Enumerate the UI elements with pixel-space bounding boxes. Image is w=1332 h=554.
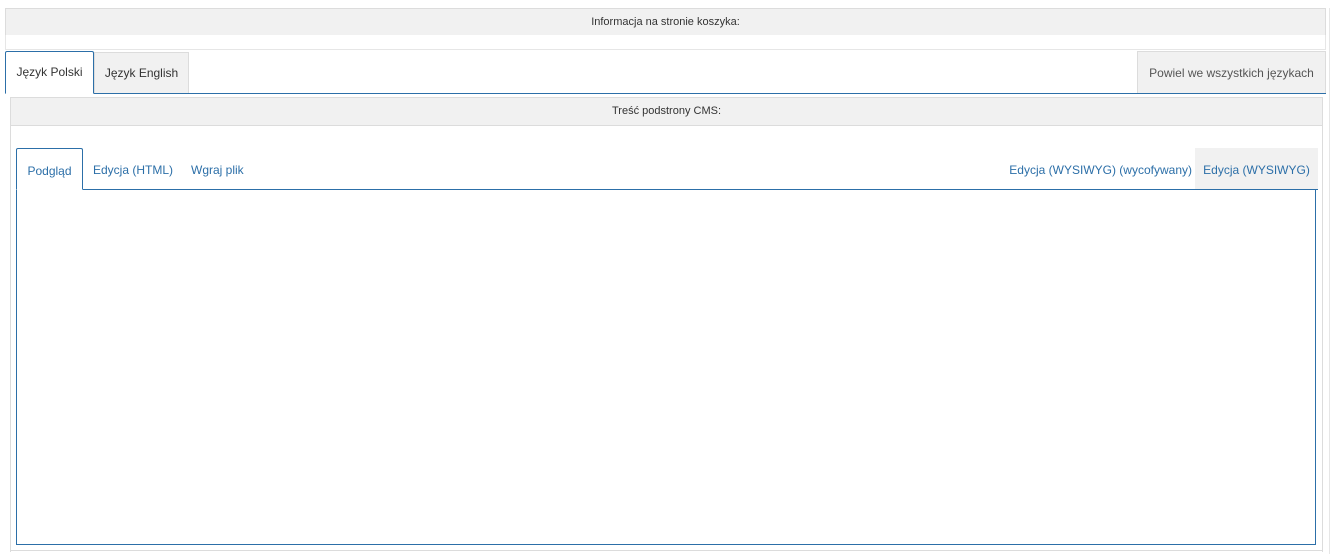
tab-preview[interactable]: Podgląd bbox=[16, 148, 83, 190]
editor-tabs: Podgląd Edycja (HTML) Wgraj plik Edycja … bbox=[16, 148, 1318, 190]
section-spacer bbox=[5, 35, 1326, 50]
cms-panel-title: Treść podstrony CMS: bbox=[11, 98, 1322, 126]
cms-content-panel: Treść podstrony CMS: Podgląd Edycja (HTM… bbox=[10, 97, 1323, 552]
tab-edit-wysiwyg-deprecated[interactable]: Edycja (WYSIWYG) (wycofywany) bbox=[1009, 148, 1192, 189]
section-title: Informacja na stronie koszyka: bbox=[5, 8, 1326, 36]
tab-edit-html[interactable]: Edycja (HTML) bbox=[93, 148, 173, 189]
copy-all-languages-button[interactable]: Powiel we wszystkich językach bbox=[1137, 51, 1326, 93]
tab-language-polish[interactable]: Język Polski bbox=[5, 51, 94, 94]
tab-edit-wysiwyg[interactable]: Edycja (WYSIWYG) bbox=[1195, 148, 1318, 189]
tab-upload-file[interactable]: Wgraj plik bbox=[191, 148, 244, 189]
panel-bottom-divider bbox=[10, 550, 1323, 551]
language-tabs: Język Polski Język English Powiel we wsz… bbox=[5, 51, 1326, 94]
cart-info-section: Informacja na stronie koszyka: Język Pol… bbox=[0, 0, 1332, 554]
preview-area[interactable] bbox=[16, 190, 1316, 545]
right-edge-divider bbox=[1329, 8, 1330, 554]
tab-language-english[interactable]: Język English bbox=[94, 52, 189, 93]
